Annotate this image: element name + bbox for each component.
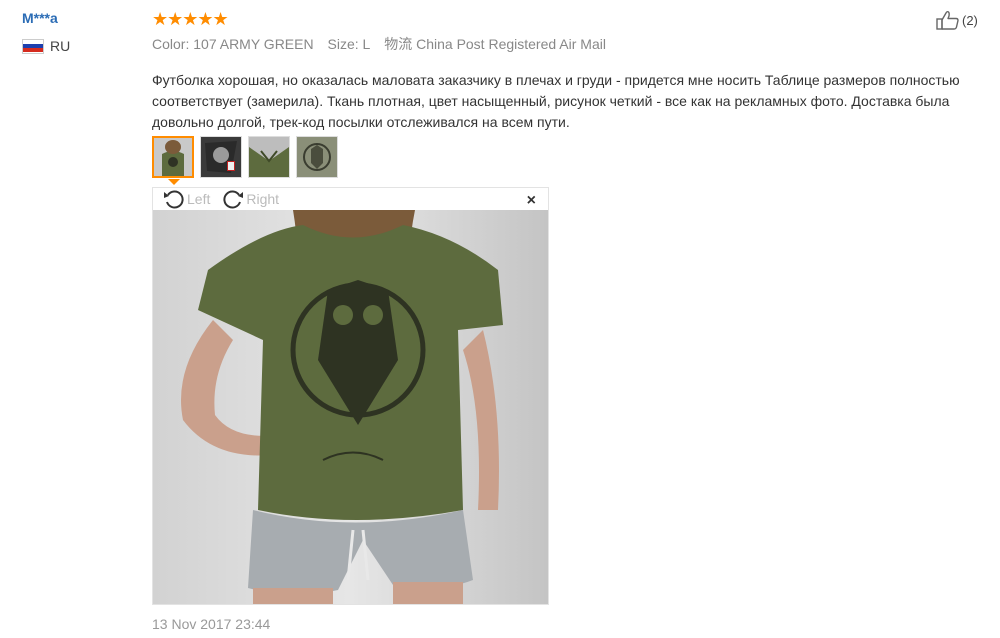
russia-flag-icon xyxy=(22,38,44,54)
review-photo-thumbnail[interactable] xyxy=(152,136,194,178)
rotate-right-icon xyxy=(223,190,244,209)
order-attributes: Color: 107 ARMY GREEN Size: L 物流 China P… xyxy=(152,34,616,54)
review-photo-thumbnail[interactable] xyxy=(296,136,338,178)
selected-thumbnail-arrow xyxy=(168,179,180,185)
review-photo xyxy=(153,210,548,604)
review-photo-thumbnail[interactable] xyxy=(200,136,242,178)
review-date: 13 Nov 2017 23:44 xyxy=(152,616,271,632)
rating-stars: ★★★★★ xyxy=(152,9,229,29)
reviewer-name[interactable]: M***a xyxy=(22,10,58,26)
size-value: L xyxy=(362,36,371,52)
viewer-toolbar: Left Right × xyxy=(153,188,548,210)
thumbs-up-icon xyxy=(936,10,959,30)
photo-viewer: Left Right × xyxy=(152,187,549,605)
review-text: Футболка хорошая, но оказалась маловата … xyxy=(152,72,960,130)
review-photo-thumbnail[interactable] xyxy=(248,136,290,178)
review-photo-thumbnails xyxy=(152,136,338,178)
rotate-left-button[interactable]: Left xyxy=(163,189,210,209)
rotate-left-icon xyxy=(164,190,184,209)
rotate-left-label: Left xyxy=(187,191,211,207)
shipping-label: 物流 xyxy=(384,36,413,52)
rotate-right-button[interactable]: Right xyxy=(222,189,279,209)
shipping-value: China Post Registered Air Mail xyxy=(416,36,606,52)
rotate-right-label: Right xyxy=(246,191,280,207)
reviewer-country: RU xyxy=(22,38,70,54)
helpful-button[interactable]: (2) xyxy=(936,10,978,30)
close-viewer-button[interactable]: × xyxy=(527,192,536,210)
helpful-count: (2) xyxy=(962,12,978,28)
country-code: RU xyxy=(50,38,71,54)
color-value: 107 ARMY GREEN xyxy=(193,36,314,52)
size-label: Size: xyxy=(327,36,359,52)
color-label: Color: xyxy=(152,36,190,52)
